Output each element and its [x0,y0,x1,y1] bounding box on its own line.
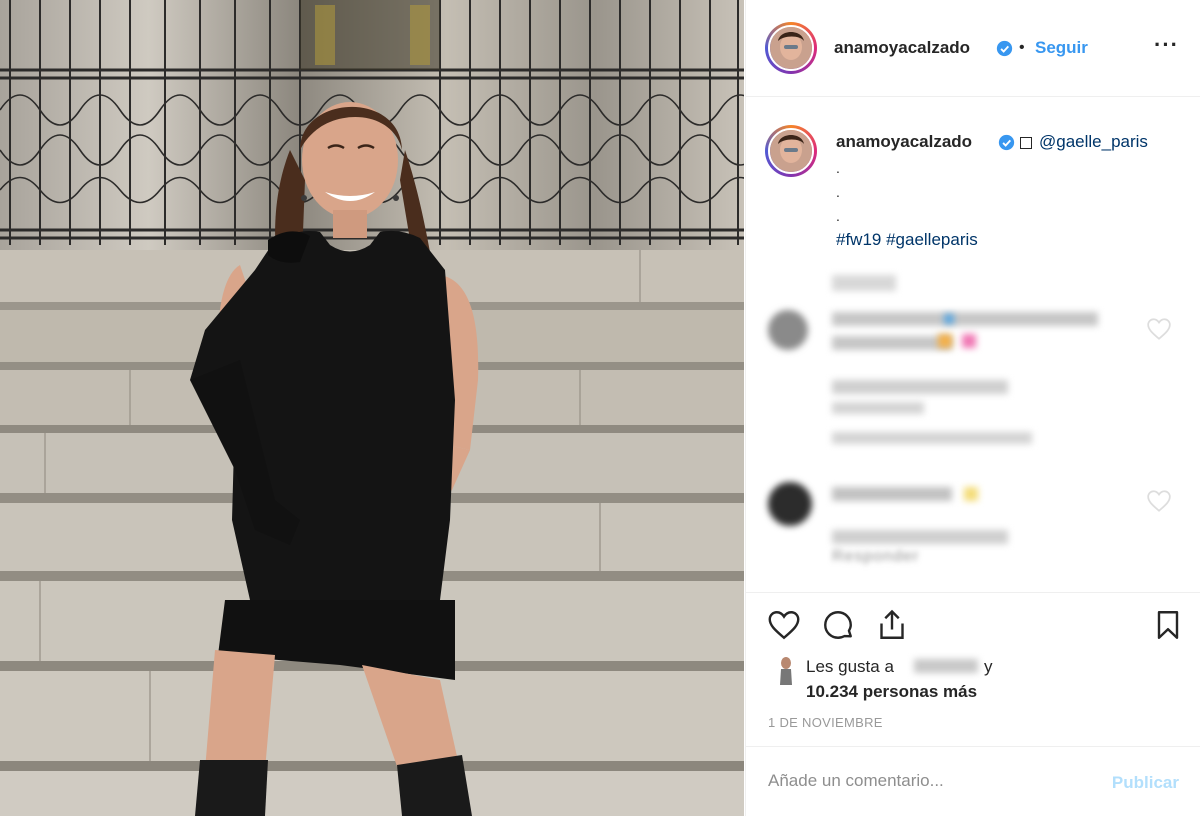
redacted-reply-line [832,530,1008,544]
likes-conjunction: y [984,657,993,676]
caption-avatar-image [770,130,812,172]
caption-dot-line: . [836,160,840,176]
verified-badge-icon [998,134,1015,151]
caption-mention-link[interactable]: @gaelle_paris [1039,132,1148,152]
redacted-comment-line [832,336,952,350]
liker-avatar[interactable] [774,655,798,685]
avatar[interactable] [765,22,817,74]
comment-like-icon[interactable] [1146,316,1172,342]
redacted-comment-line [832,487,952,501]
commenter-avatar[interactable] [768,310,808,350]
commenter-avatar[interactable] [768,482,812,526]
bookmark-icon[interactable] [1150,607,1186,643]
comment-input[interactable] [768,771,1088,791]
header-separator: • [1019,39,1025,56]
verified-badge-icon [996,40,1013,57]
action-bar: Les gusta a y 10.234 personas más 1 DE N… [746,592,1200,746]
publish-button[interactable]: Publicar [1112,773,1179,793]
header-username[interactable]: anamoyacalzado [834,38,970,58]
model-figure [190,102,479,816]
missing-glyph-box [1020,137,1032,149]
redacted-emoji [938,334,952,348]
likes-prefix: Les gusta a [806,657,894,676]
redacted-emoji [944,314,954,324]
redacted-timestamp [832,275,896,291]
post-photo[interactable] [0,0,744,816]
post-date[interactable]: 1 DE NOVIEMBRE [768,715,883,730]
post-header: anamoyacalzado • Seguir ··· [746,0,1200,97]
redacted-emoji [964,487,978,501]
comment-like-icon[interactable] [1146,488,1172,514]
reply-link[interactable]: Responder [832,548,919,566]
caption-dot-line: . [836,184,840,200]
redacted-emoji [962,334,976,348]
redacted-reply-line [832,380,1008,394]
comment-bubble-icon[interactable] [820,607,856,643]
redacted-comment-line [832,312,1098,326]
heart-icon[interactable] [766,607,802,643]
redacted-view-replies[interactable] [832,432,1032,444]
caption-username[interactable]: anamoyacalzado [836,132,972,152]
redacted-liker-name[interactable] [914,659,978,673]
share-icon[interactable] [874,607,910,643]
post-details-panel: anamoyacalzado • Seguir ··· anamoyacalza… [745,0,1200,816]
more-options-icon[interactable]: ··· [1154,32,1179,58]
comment-bar: Publicar [746,746,1200,816]
caption-hashtags[interactable]: #fw19 #gaelleparis [836,230,978,250]
caption-dot-line: . [836,208,840,224]
caption-avatar[interactable] [765,125,817,177]
likes-count[interactable]: 10.234 personas más [806,682,977,702]
avatar-image [770,27,812,69]
redacted-reply-line [832,402,924,414]
follow-button[interactable]: Seguir [1035,38,1088,58]
